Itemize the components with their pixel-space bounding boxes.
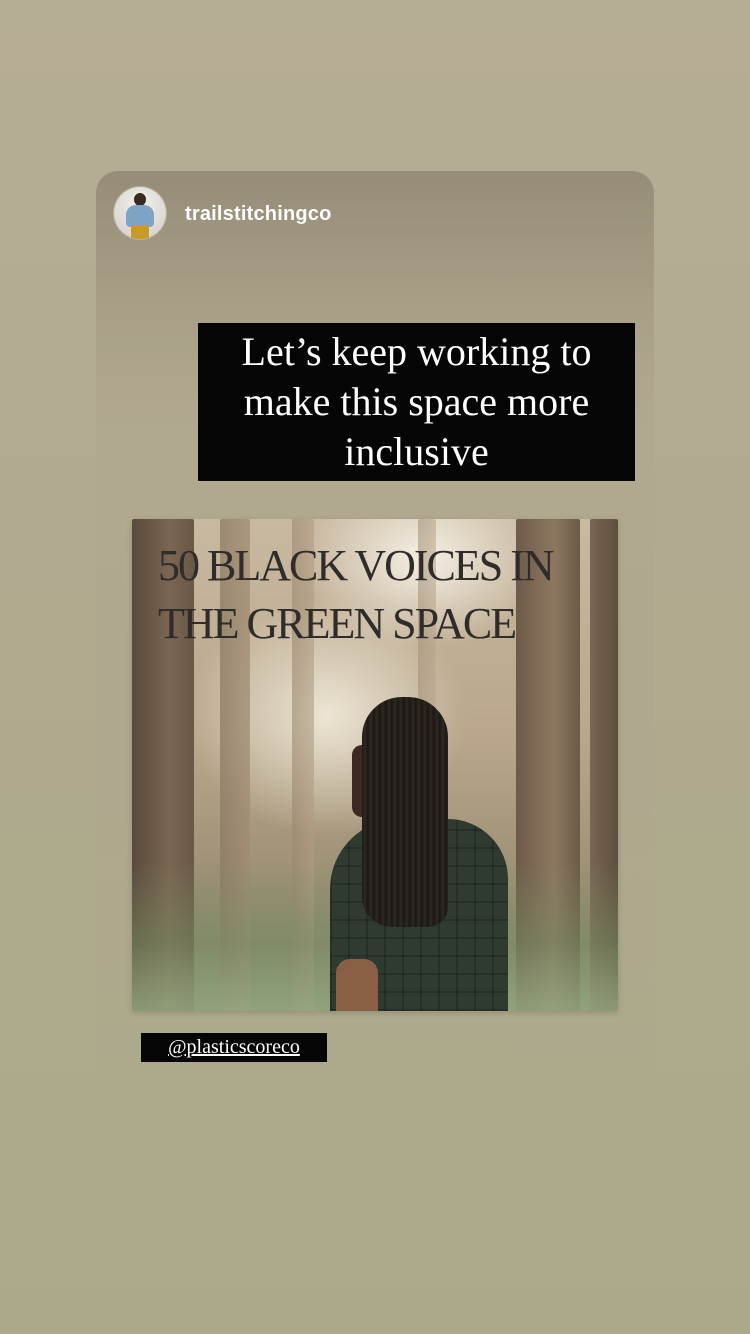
avatar-figure-jacket: [126, 205, 154, 227]
username[interactable]: trailstitchingco: [185, 203, 332, 226]
person-hair: [362, 697, 448, 927]
post-title: 50 BLACK VOICES IN THE GREEN SPACE: [158, 541, 555, 648]
person-figure: [330, 697, 520, 1011]
story-header: trailstitchingco: [96, 171, 654, 261]
mention-sticker[interactable]: @plasticscoreco: [141, 1033, 327, 1062]
shared-post-image[interactable]: 50 BLACK VOICES IN THE GREEN SPACE: [132, 519, 618, 1011]
caption-text-box: Let’s keep working to make this space mo…: [198, 323, 635, 481]
person-arm: [336, 959, 378, 1011]
avatar[interactable]: [114, 187, 166, 239]
avatar-figure-pants: [131, 225, 149, 239]
